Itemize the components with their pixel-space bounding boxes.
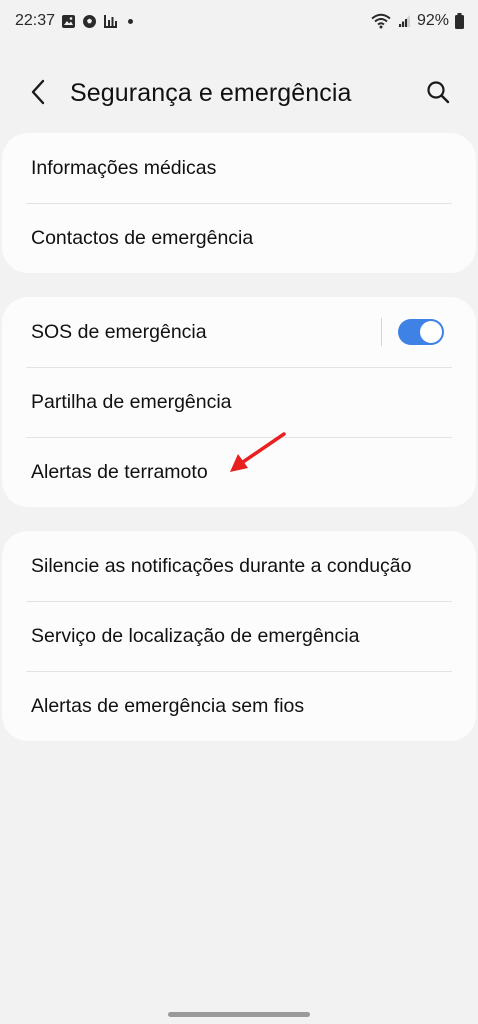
settings-group-medical: Informações médicas Contactos de emergên… bbox=[2, 133, 476, 273]
menu-item-label: Informações médicas bbox=[31, 156, 217, 179]
soccer-ball-icon bbox=[82, 14, 97, 29]
red-arrow-annotation-icon bbox=[230, 432, 286, 472]
menu-item-label: Contactos de emergência bbox=[31, 226, 254, 249]
app-bar: Segurança e emergência bbox=[0, 66, 478, 122]
page-title: Segurança e emergência bbox=[70, 79, 352, 107]
menu-item-emergency-sos[interactable]: SOS de emergência bbox=[2, 297, 476, 367]
dot-icon bbox=[128, 18, 134, 24]
gallery-icon bbox=[61, 14, 76, 29]
settings-group-other: Silencie as notificações durante a condu… bbox=[2, 531, 476, 741]
menu-item-label: Serviço de localização de emergência bbox=[31, 624, 360, 647]
menu-item-label: Alertas de emergência sem fios bbox=[31, 694, 305, 717]
menu-item-emergency-contacts[interactable]: Contactos de emergência bbox=[2, 203, 476, 273]
chevron-left-icon bbox=[29, 79, 47, 110]
toggle-knob bbox=[420, 321, 442, 343]
status-time: 22:37 bbox=[15, 12, 56, 29]
status-right: 92% bbox=[371, 12, 464, 30]
status-bar: 22:37 92% bbox=[0, 0, 478, 42]
menu-item-emergency-sharing[interactable]: Partilha de emergência bbox=[2, 367, 476, 437]
menu-item-label: Partilha de emergência bbox=[31, 390, 232, 413]
signal-icon bbox=[397, 14, 411, 28]
divider bbox=[381, 318, 382, 346]
menu-item-label: Silencie as notificações durante a condu… bbox=[31, 554, 412, 577]
menu-item-medical-info[interactable]: Informações médicas bbox=[2, 133, 476, 203]
toggle-container bbox=[381, 318, 444, 346]
menu-item-silence-notifications-driving[interactable]: Silencie as notificações durante a condu… bbox=[2, 531, 476, 601]
home-indicator[interactable] bbox=[168, 1012, 310, 1017]
search-button[interactable] bbox=[422, 78, 454, 110]
menu-item-wireless-emergency-alerts[interactable]: Alertas de emergência sem fios bbox=[2, 671, 476, 741]
status-left: 22:37 bbox=[15, 12, 134, 30]
back-button[interactable] bbox=[22, 78, 54, 110]
menu-item-label: Alertas de terramoto bbox=[31, 460, 208, 483]
battery-icon bbox=[455, 13, 464, 29]
battery-percent: 92% bbox=[416, 12, 449, 29]
chart-bars-icon bbox=[103, 14, 118, 29]
sos-toggle-switch[interactable] bbox=[398, 319, 444, 345]
menu-item-label: SOS de emergência bbox=[31, 320, 207, 343]
menu-item-emergency-location-service[interactable]: Serviço de localização de emergência bbox=[2, 601, 476, 671]
wifi-icon bbox=[371, 13, 391, 29]
search-icon bbox=[426, 80, 450, 109]
